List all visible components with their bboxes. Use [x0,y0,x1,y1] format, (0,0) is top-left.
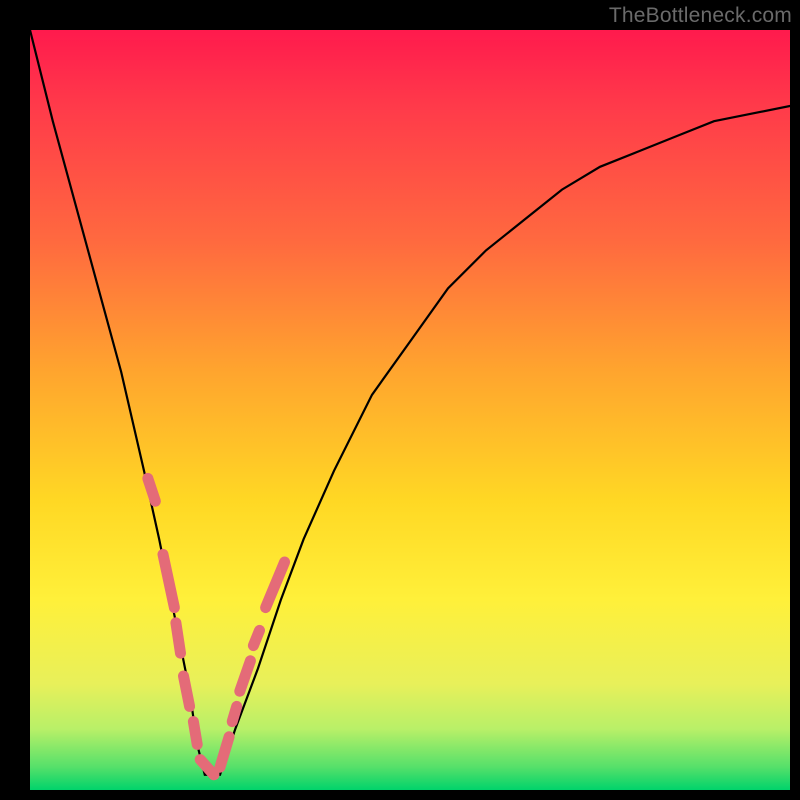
highlight-segment [253,630,259,645]
highlight-segment [163,554,174,607]
highlight-segment [193,722,197,745]
curve-layer [30,30,790,790]
highlight-segment [240,661,251,691]
highlight-segment [176,623,181,653]
bottleneck-curve-path [30,30,790,775]
highlight-segment [148,478,156,501]
chart-frame: TheBottleneck.com [0,0,800,800]
plot-area [30,30,790,790]
highlight-segment [220,737,229,767]
highlight-segment [184,676,190,706]
watermark-text: TheBottleneck.com [609,4,792,28]
highlight-segment [200,760,214,775]
highlight-segment [266,562,285,608]
highlight-segment [232,706,237,721]
highlight-markers [148,478,285,774]
